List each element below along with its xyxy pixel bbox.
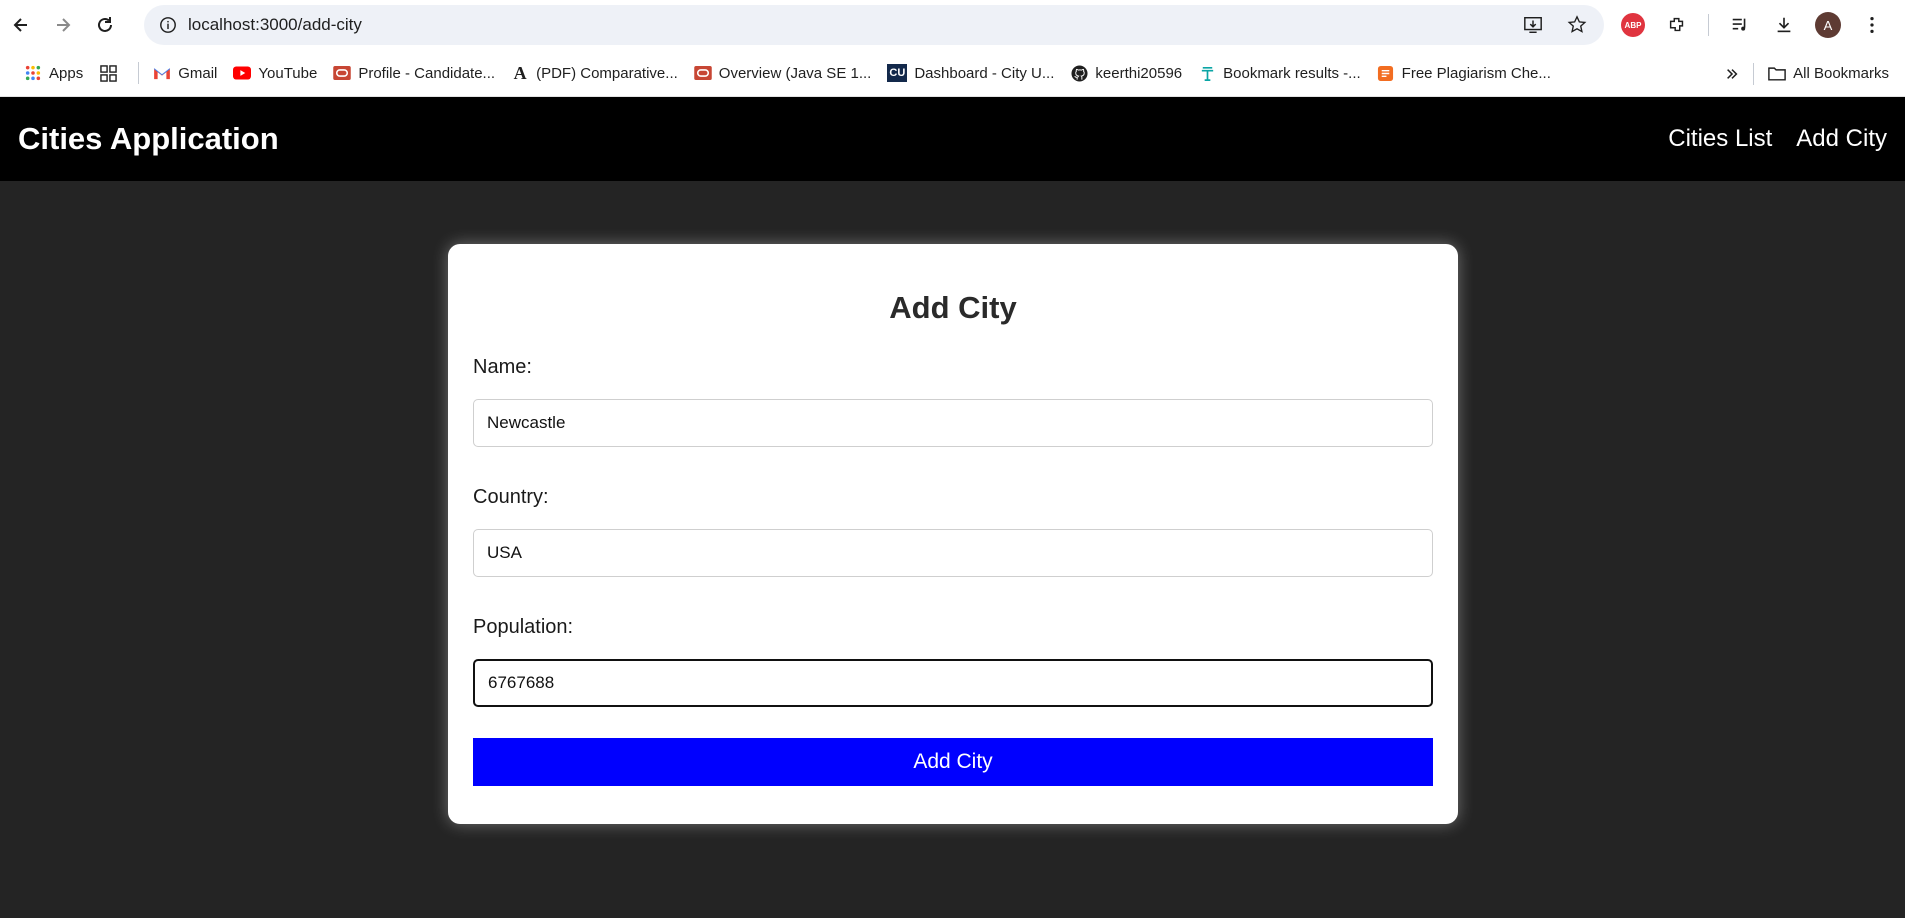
academia-icon: A [513,62,527,83]
site-info-icon[interactable] [148,5,188,45]
bookmark-label: YouTube [258,64,318,82]
bookmark-label: (PDF) Comparative... [536,64,678,82]
oracle-icon [333,64,352,82]
population-label: Population: [473,616,574,638]
bookmark-label: Dashboard - City U... [914,64,1055,82]
add-city-form-card: Add City Name: Country: Population: Add … [448,244,1458,824]
bookmark-results-icon [1198,64,1216,82]
bookmarks-separator [1753,62,1755,85]
bookmark-plagiarism[interactable]: Free Plagiarism Che... [1369,58,1559,88]
nav-add-city-link[interactable]: Add City [1796,125,1887,153]
oracle-icon [694,64,712,82]
adblock-plus-icon[interactable]: ABP [1620,12,1646,38]
form-heading: Add City [889,290,1017,325]
app-title: Cities Application [18,121,279,156]
all-bookmarks-button[interactable]: All Bookmarks [1760,59,1897,89]
url-text: localhost:3000/add-city [188,15,362,34]
menu-icon[interactable] [1859,12,1885,38]
downloads-icon[interactable] [1771,12,1797,38]
bookmark-label: keerthi20596 [1095,64,1183,82]
media-controls-icon[interactable] [1727,12,1753,38]
gmail-icon [153,64,171,82]
more-bookmarks-icon[interactable] [1717,59,1747,89]
browser-toolbar: localhost:3000/add-city ABP A [0,0,1905,50]
app-header: Cities Application Cities List Add City [0,97,1905,181]
nav-cities-list-link[interactable]: Cities List [1668,125,1772,153]
plagiarism-icon [1377,64,1395,82]
bookmark-gmail[interactable]: Gmail [145,58,225,88]
install-app-icon[interactable] [1520,12,1546,38]
bookmark-city-dashboard[interactable]: CU Dashboard - City U... [879,58,1062,88]
bookmark-tab-groups[interactable] [91,58,132,88]
forward-icon[interactable] [42,4,84,46]
bookmarks-bar: Apps Gmail YouTube Profile - Candidate..… [0,50,1905,97]
cu-icon: CU [887,64,908,82]
toolbar-separator [1708,14,1709,36]
youtube-icon [233,64,252,82]
bookmark-label: Overview (Java SE 1... [718,64,872,82]
github-icon [1070,64,1088,82]
app-nav: Cities List Add City [1668,125,1887,153]
bookmark-star-icon[interactable] [1564,12,1590,38]
country-input[interactable] [473,529,1433,577]
all-bookmarks-label: All Bookmarks [1793,65,1889,82]
bookmark-label: Apps [49,64,84,82]
bookmark-pdf-comparative[interactable]: A (PDF) Comparative... [503,58,686,88]
folder-icon [1768,65,1786,83]
extensions-icon[interactable] [1664,12,1690,38]
reload-icon[interactable] [84,4,126,46]
bookmarks-separator [138,62,140,84]
bookmark-label: Gmail [178,64,218,82]
bookmark-label: Bookmark results -... [1223,64,1361,82]
address-bar[interactable]: localhost:3000/add-city [144,5,1604,45]
bookmark-java-overview[interactable]: Overview (Java SE 1... [686,58,880,88]
profile-avatar[interactable]: A [1815,12,1841,38]
bookmark-label: Free Plagiarism Che... [1401,64,1551,82]
bookmark-github[interactable]: keerthi20596 [1062,58,1190,88]
bookmark-youtube[interactable]: YouTube [225,58,325,88]
tab-groups-icon [99,64,117,82]
bookmark-results[interactable]: Bookmark results -... [1190,58,1369,88]
name-label: Name: [473,356,532,378]
apps-grid-icon [24,64,42,82]
population-input[interactable] [473,659,1433,707]
add-city-submit-button[interactable]: Add City [473,738,1433,786]
country-label: Country: [473,486,549,508]
name-input[interactable] [473,399,1433,447]
bookmark-apps[interactable]: Apps [16,58,91,88]
back-icon[interactable] [0,4,42,46]
bookmark-label: Profile - Candidate... [358,64,496,82]
bookmark-profile-candidate[interactable]: Profile - Candidate... [325,58,503,88]
